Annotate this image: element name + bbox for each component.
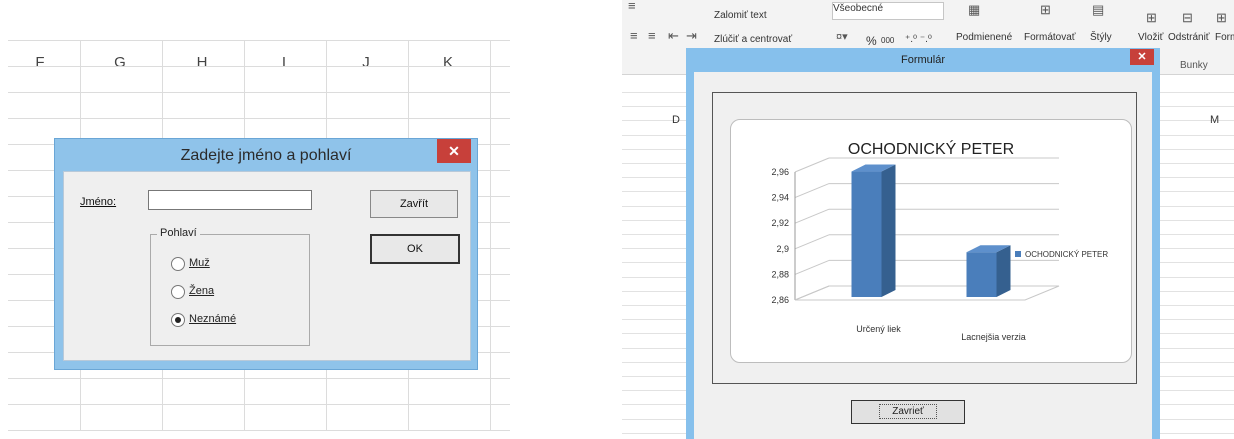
format-button[interactable]: Form — [1215, 32, 1234, 43]
merge-center-button[interactable]: Zlúčiť a centrovať — [714, 34, 792, 45]
radio-unknown[interactable] — [171, 313, 185, 327]
bar-side — [996, 245, 1011, 297]
dialog-title: Formulár — [900, 54, 945, 66]
grid-line — [8, 118, 510, 119]
chart-title: OCHODNICKÝ PETER — [848, 139, 1014, 158]
name-field[interactable] — [148, 190, 312, 210]
radio-male[interactable] — [171, 257, 185, 271]
name-gender-dialog: Zadejte jméno a pohlaví ✕ Jméno: Zavřít … — [54, 138, 478, 370]
legend-label: OCHODNICKÝ PETER — [1025, 250, 1108, 259]
format-as-table-button[interactable]: Formátovať — [1024, 32, 1076, 43]
radio-male-label[interactable]: Muž — [189, 257, 210, 269]
y-tick-label: 2,86 — [771, 295, 789, 305]
y-tick-label: 2,96 — [771, 167, 789, 177]
chart-floor — [794, 285, 1060, 301]
left-screenshot: F G H I J K Zadejte jméno a pohlaví ✕ Jm… — [0, 0, 512, 439]
align-icon[interactable]: ≡ — [628, 0, 636, 13]
wrap-text-button[interactable]: Zalomiť text — [714, 10, 767, 21]
gender-frame: Pohlaví Muž Žena Neznámé — [150, 227, 310, 346]
legend-swatch — [1015, 251, 1021, 257]
close-button[interactable]: Zavřít — [370, 190, 458, 218]
decimal-icon[interactable]: ⁺.⁰ ⁻.⁰ — [905, 34, 932, 45]
y-tick-label: 2,92 — [771, 218, 789, 228]
dialog-body: OCHODNICKÝ PETER 2,86 2,88 2,9 2,92 2,94 2,96 U… — [694, 72, 1152, 439]
dialog-body: Jméno: Zavřít OK Pohlaví Muž Žena Neznám… — [63, 171, 471, 361]
grid-line — [8, 66, 510, 67]
bar-side — [881, 164, 896, 297]
gridline-depth — [794, 183, 830, 199]
chart-frame: OCHODNICKÝ PETER 2,86 2,88 2,9 2,92 2,94 2,96 U… — [712, 92, 1137, 384]
column-header[interactable]: D — [672, 114, 680, 126]
x-tick-label: Určený liek — [856, 324, 901, 334]
format-table-icon[interactable]: ⊞ — [1040, 2, 1051, 18]
close-button-label: Zavrieť — [879, 404, 937, 419]
y-tick-label: 2,94 — [771, 193, 789, 203]
grid-line — [490, 40, 491, 430]
gridline-depth — [794, 234, 830, 250]
y-tick-label: 2,9 — [776, 244, 789, 254]
y-tick-label: 2,88 — [771, 269, 789, 279]
ok-button[interactable]: OK — [370, 234, 460, 264]
chart-area: OCHODNICKÝ PETER 2,86 2,88 2,9 2,92 2,94 2,96 U… — [730, 119, 1132, 363]
close-icon[interactable]: ✕ — [437, 139, 471, 163]
percent-button[interactable]: % — [866, 34, 877, 48]
grid-line — [8, 92, 510, 93]
column-header[interactable]: I — [244, 54, 324, 71]
column-header[interactable]: F — [0, 54, 80, 71]
format-icon[interactable]: ⊞ — [1216, 10, 1227, 26]
gridline-depth — [794, 259, 830, 275]
column-header[interactable]: G — [80, 54, 160, 71]
column-header[interactable]: K — [408, 54, 488, 71]
delete-button[interactable]: Odstrániť — [1168, 32, 1210, 43]
radio-unknown-label[interactable]: Neznámé — [189, 313, 236, 325]
align-left-icon[interactable]: ≡ — [630, 28, 638, 43]
currency-icon[interactable]: ¤▾ — [836, 30, 848, 43]
indent-decrease-icon[interactable]: ⇤ — [668, 28, 679, 44]
bar — [966, 252, 997, 297]
thousands-button[interactable]: 000 — [881, 36, 894, 45]
right-screenshot: ≡ ≡ ≡ ⇤ ⇥ Zalomiť text Zlúčiť a centrova… — [622, 0, 1234, 439]
number-format-select[interactable]: Všeobecné — [832, 2, 944, 20]
x-tick-label: Lacnejšia verzia — [961, 332, 1026, 342]
align-center-icon[interactable]: ≡ — [648, 28, 656, 43]
bar — [851, 171, 882, 297]
gridline-depth — [794, 157, 830, 173]
grid-line — [8, 430, 510, 431]
dialog-title: Zadejte jméno a pohlaví — [180, 147, 352, 164]
cells-group-label: Bunky — [1180, 60, 1208, 71]
name-label: Jméno: — [80, 196, 117, 208]
column-header[interactable]: H — [162, 54, 242, 71]
form-dialog: Formulár ✕ OCHODNICKÝ PETER 2,86 2,88 2,9 2,… — [686, 48, 1160, 439]
delete-icon[interactable]: ⊟ — [1182, 10, 1193, 26]
radio-female-label[interactable]: Žena — [189, 285, 214, 297]
column-header[interactable]: J — [326, 54, 406, 71]
radio-female[interactable] — [171, 285, 185, 299]
grid-line — [8, 404, 510, 405]
styles-icon[interactable]: ▤ — [1092, 2, 1104, 18]
bar-chart: OCHODNICKÝ PETER 2,86 2,88 2,9 2,92 2,94 2,96 U… — [771, 139, 1108, 342]
grid-line — [8, 40, 510, 41]
close-icon[interactable]: ✕ — [1130, 49, 1154, 65]
styles-button[interactable]: Štýly — [1090, 32, 1112, 43]
column-header[interactable]: M — [1210, 114, 1219, 126]
conditional-format-icon[interactable]: ▦ — [968, 2, 980, 18]
insert-button[interactable]: Vložiť — [1138, 32, 1163, 43]
gender-frame-label: Pohlaví — [157, 227, 200, 239]
gridline-depth — [794, 208, 830, 224]
indent-increase-icon[interactable]: ⇥ — [686, 28, 697, 44]
grid-line — [8, 378, 510, 379]
insert-icon[interactable]: ⊞ — [1146, 10, 1157, 26]
close-button[interactable]: Zavrieť — [851, 400, 965, 424]
conditional-format-button[interactable]: Podmienené — [956, 32, 1012, 43]
